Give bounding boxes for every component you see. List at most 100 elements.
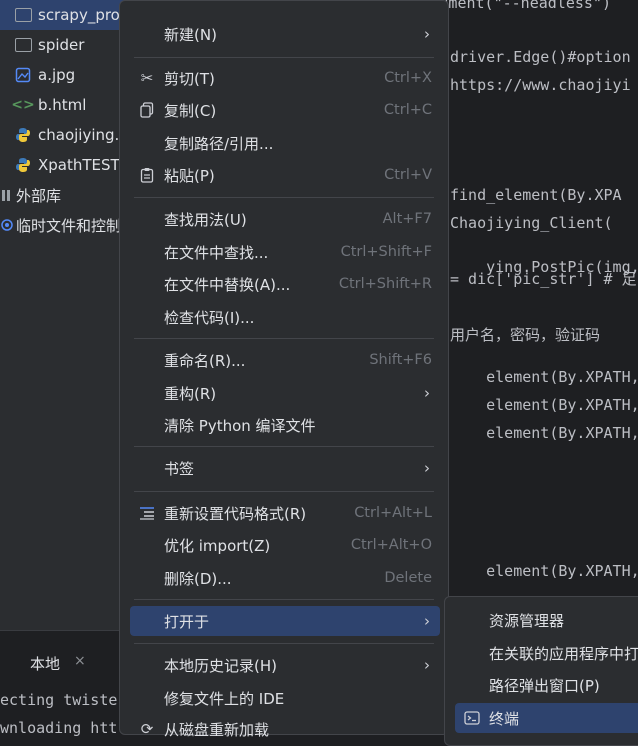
menu-separator	[134, 197, 434, 198]
submenu-item-label: 资源管理器	[489, 611, 565, 630]
open-in-submenu[interactable]: 资源管理器 在关联的应用程序中打 路径弹出窗口(P) 终端	[444, 596, 638, 746]
menu-item-label: 复制(C)	[164, 101, 217, 120]
menu-separator	[134, 643, 434, 644]
tree-item-label: a.jpg	[38, 66, 76, 84]
terminal-output-line: ecting twiste	[0, 691, 118, 709]
menu-item-paste[interactable]: 粘贴(P) Ctrl+V	[130, 160, 440, 190]
tree-item-label: chaojiying.	[38, 126, 120, 144]
menu-item-optimize-imports[interactable]: 优化 import(Z) Ctrl+Alt+O	[130, 530, 440, 560]
menu-item-copy-path[interactable]: 复制路径/引用...	[130, 128, 440, 158]
menu-item-delete[interactable]: 删除(D)... Delete	[130, 563, 440, 593]
menu-item-new[interactable]: 新建(N) ›	[130, 19, 440, 49]
code-comment: 用户名，密码，验证码	[450, 326, 601, 344]
menu-separator	[134, 57, 434, 58]
menu-item-label: 修复文件上的 IDE	[164, 689, 285, 708]
code-line: = dic['pic_str'] # 足	[450, 270, 637, 288]
reformat-icon	[138, 504, 156, 522]
tree-item-label: 外部库	[16, 186, 62, 205]
close-tab-icon[interactable]: ×	[74, 653, 86, 669]
chevron-right-icon: ›	[424, 459, 430, 477]
menu-separator	[134, 338, 434, 339]
menu-item-repair-ide[interactable]: 修复文件上的 IDE	[130, 683, 440, 713]
tree-item-label: XpathTEST	[38, 156, 120, 174]
menu-item-label: 重新设置代码格式(R)	[164, 504, 307, 523]
menu-item-open-in[interactable]: 打开于 ›	[130, 606, 440, 636]
python-file-icon	[14, 156, 32, 174]
scissors-icon: ✂	[140, 69, 154, 87]
menu-item-label: 新建(N)	[164, 25, 217, 44]
menu-shortcut: Ctrl+V	[384, 167, 432, 183]
chevron-right-icon: ›	[424, 612, 430, 630]
menu-item-reload-from-disk[interactable]: ⟳ 从磁盘重新加载	[130, 714, 440, 744]
tab-local-terminal[interactable]: 本地	[30, 653, 60, 674]
tree-item-label: scrapy_pro	[38, 6, 120, 24]
image-file-icon	[14, 66, 32, 84]
chevron-right-icon: ›	[424, 384, 430, 402]
menu-item-clean-python-compiled[interactable]: 清除 Python 编译文件	[130, 410, 440, 440]
code-line: driver.Edge()#option	[450, 48, 631, 66]
menu-shortcut: Ctrl+Shift+F	[340, 244, 432, 260]
menu-shortcut: Ctrl+C	[383, 102, 432, 118]
menu-item-copy[interactable]: 复制(C) Ctrl+C	[130, 95, 440, 125]
context-menu[interactable]: 新建(N) › ✂ 剪切(T) Ctrl+X 复制(C) Ctrl+C 复制路径…	[119, 0, 449, 739]
menu-shortcut: Delete	[384, 570, 432, 586]
menu-item-label: 在文件中查找...	[164, 243, 269, 262]
menu-item-label: 剪切(T)	[164, 69, 215, 88]
folder-icon	[14, 36, 32, 54]
menu-shortcut: Ctrl+Shift+R	[338, 276, 432, 292]
submenu-item-path-popup[interactable]: 路径弹出窗口(P)	[455, 670, 638, 700]
menu-shortcut: Shift+F6	[369, 352, 432, 368]
menu-item-replace-in-files[interactable]: 在文件中替换(A)... Ctrl+Shift+R	[130, 269, 440, 299]
menu-item-label: 在文件中替换(A)...	[164, 275, 291, 294]
submenu-item-explorer[interactable]: 资源管理器	[455, 605, 638, 635]
menu-shortcut: Alt+F7	[382, 211, 432, 227]
code-line: https://www.chaojiyi	[450, 76, 631, 94]
menu-item-label: 本地历史记录(H)	[164, 656, 277, 675]
library-icon	[0, 186, 14, 204]
menu-separator	[134, 491, 434, 492]
tree-item-label: spider	[38, 36, 85, 54]
menu-item-label: 粘贴(P)	[164, 166, 215, 185]
menu-item-bookmarks[interactable]: 书签 ›	[130, 453, 440, 483]
tree-item-label: 临时文件和控制	[16, 216, 122, 235]
submenu-item-associated-app[interactable]: 在关联的应用程序中打	[455, 638, 638, 668]
menu-item-label: 重命名(R)...	[164, 351, 246, 370]
terminal-icon	[463, 709, 481, 727]
tree-item-label: b.html	[38, 96, 87, 114]
code-line: find_element(By.XPA	[450, 186, 622, 204]
menu-item-label: 重构(R)	[164, 384, 217, 403]
menu-shortcut: Ctrl+X	[384, 70, 432, 86]
menu-item-label: 优化 import(Z)	[164, 536, 271, 555]
menu-item-find-usages[interactable]: 查找用法(U) Alt+F7	[130, 204, 440, 234]
menu-item-rename[interactable]: 重命名(R)... Shift+F6	[130, 345, 440, 375]
menu-item-label: 复制路径/引用...	[164, 134, 274, 153]
python-file-icon	[14, 126, 32, 144]
menu-item-refactor[interactable]: 重构(R) ›	[130, 378, 440, 408]
submenu-item-terminal[interactable]: 终端	[455, 703, 638, 733]
menu-item-label: 清除 Python 编译文件	[164, 416, 316, 435]
menu-item-label: 从磁盘重新加载	[164, 720, 270, 739]
folder-icon	[14, 6, 32, 24]
terminal-output-line: wnloading htt	[0, 719, 118, 737]
menu-item-local-history[interactable]: 本地历史记录(H) ›	[130, 650, 440, 680]
scratches-icon	[0, 216, 14, 234]
chevron-right-icon: ›	[424, 656, 430, 674]
menu-item-reformat-code[interactable]: 重新设置代码格式(R) Ctrl+Alt+L	[130, 498, 440, 528]
menu-item-inspect-code[interactable]: 检查代码(I)...	[130, 302, 440, 332]
code-line: element(By.XPATH,	[486, 424, 638, 442]
html-file-icon: <>	[11, 97, 35, 113]
menu-shortcut: Ctrl+Alt+L	[354, 505, 432, 521]
clipboard-icon	[138, 166, 156, 184]
menu-item-cut[interactable]: ✂ 剪切(T) Ctrl+X	[130, 63, 440, 93]
menu-item-label: 打开于	[164, 612, 210, 631]
reload-icon: ⟳	[140, 720, 154, 738]
submenu-item-label: 路径弹出窗口(P)	[489, 676, 600, 695]
menu-item-label: 检查代码(I)...	[164, 308, 255, 327]
menu-item-label: 书签	[164, 459, 195, 478]
submenu-item-label: 在关联的应用程序中打	[489, 644, 638, 663]
submenu-item-label: 终端	[489, 709, 520, 728]
copy-icon	[138, 101, 156, 119]
menu-separator	[134, 599, 434, 600]
code-line: Chaojiying_Client(	[450, 214, 613, 232]
menu-item-find-in-files[interactable]: 在文件中查找... Ctrl+Shift+F	[130, 237, 440, 267]
